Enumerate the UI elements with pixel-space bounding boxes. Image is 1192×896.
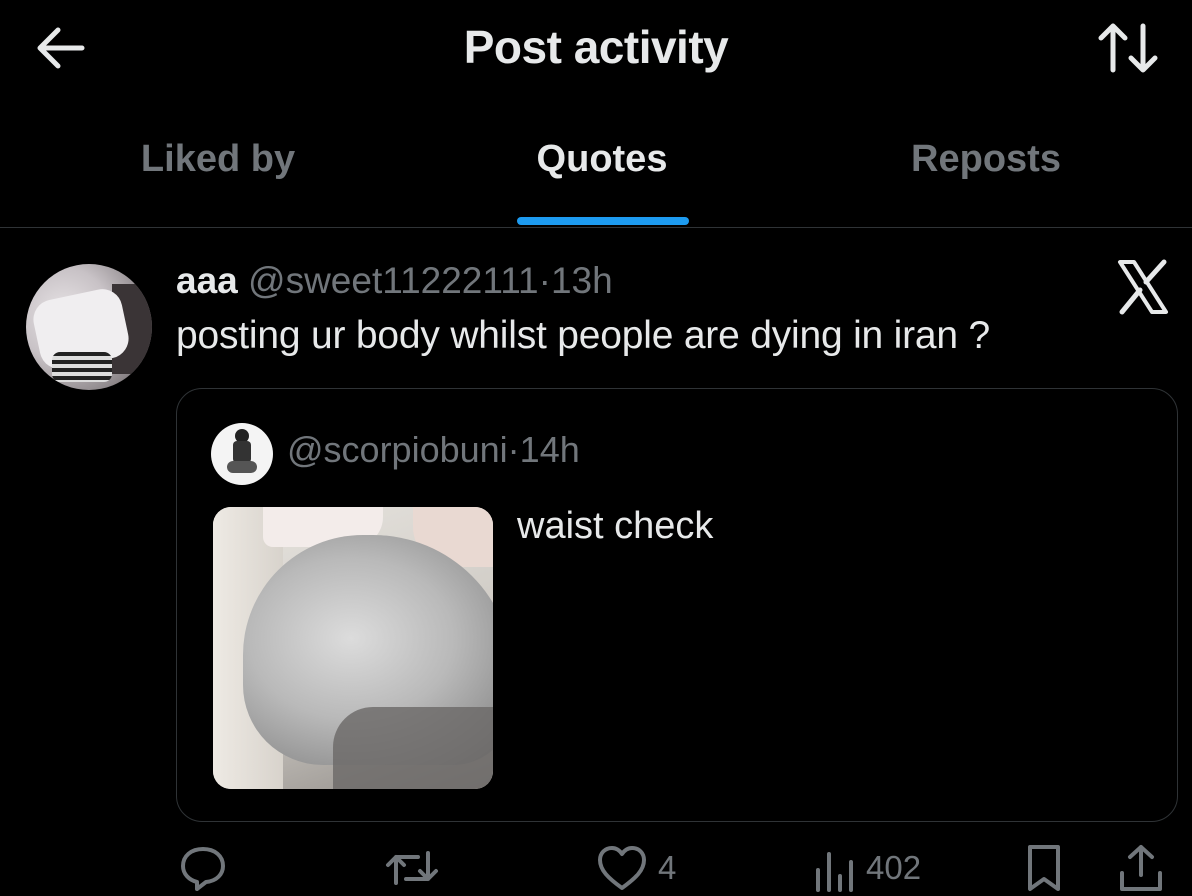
post-text: posting ur body whilst people are dying … bbox=[176, 314, 991, 357]
x-logo-icon bbox=[1118, 259, 1168, 315]
sort-arrows-icon bbox=[1098, 23, 1158, 73]
quote-post[interactable]: aaa @sweet11222111·13h posting ur body w… bbox=[0, 228, 1192, 896]
separator-dot: · bbox=[538, 260, 551, 301]
quoted-text: waist check bbox=[517, 505, 714, 547]
tab-bar: Liked by Quotes Reposts bbox=[0, 110, 1192, 228]
post-time[interactable]: 13h bbox=[551, 260, 613, 301]
header: Post activity bbox=[0, 0, 1192, 96]
avatar[interactable] bbox=[26, 264, 152, 390]
repost-button[interactable] bbox=[384, 840, 440, 896]
quoted-avatar bbox=[211, 423, 273, 485]
page-title: Post activity bbox=[463, 21, 729, 73]
tab-reposts[interactable]: Reposts bbox=[866, 110, 1106, 227]
sort-button[interactable] bbox=[1090, 18, 1166, 78]
heart-icon bbox=[598, 846, 646, 890]
quoted-time: 14h bbox=[519, 429, 580, 470]
views-count: 402 bbox=[866, 849, 922, 886]
like-button[interactable]: 4 bbox=[596, 840, 676, 896]
views-button[interactable]: 402 bbox=[812, 840, 921, 896]
post-header: aaa @sweet11222111·13h bbox=[176, 260, 613, 302]
reply-icon bbox=[181, 847, 225, 891]
tab-label: Quotes bbox=[536, 138, 668, 180]
quoted-post[interactable]: @scorpiobuni·14h waist check bbox=[176, 388, 1178, 822]
tab-label: Liked by bbox=[140, 138, 296, 180]
repost-icon bbox=[386, 851, 438, 885]
tab-label: Reposts bbox=[911, 138, 1061, 180]
quoted-media-image[interactable] bbox=[213, 507, 493, 789]
active-tab-indicator bbox=[517, 217, 689, 225]
bookmark-button[interactable] bbox=[1024, 840, 1064, 896]
tab-quotes[interactable]: Quotes bbox=[482, 110, 722, 227]
like-count: 4 bbox=[658, 849, 677, 886]
reply-button[interactable] bbox=[178, 840, 228, 896]
quoted-header: @scorpiobuni·14h bbox=[287, 429, 580, 471]
action-bar: 4 402 bbox=[0, 840, 1192, 896]
share-icon bbox=[1120, 845, 1162, 891]
quoted-handle: @scorpiobuni bbox=[287, 429, 508, 470]
share-button[interactable] bbox=[1118, 840, 1164, 896]
user-handle[interactable]: @sweet11222111 bbox=[248, 260, 539, 301]
bookmark-icon bbox=[1028, 845, 1060, 891]
display-name[interactable]: aaa bbox=[176, 260, 238, 301]
separator-dot: · bbox=[507, 429, 520, 470]
tab-liked-by[interactable]: Liked by bbox=[98, 110, 338, 227]
views-icon bbox=[816, 852, 853, 892]
